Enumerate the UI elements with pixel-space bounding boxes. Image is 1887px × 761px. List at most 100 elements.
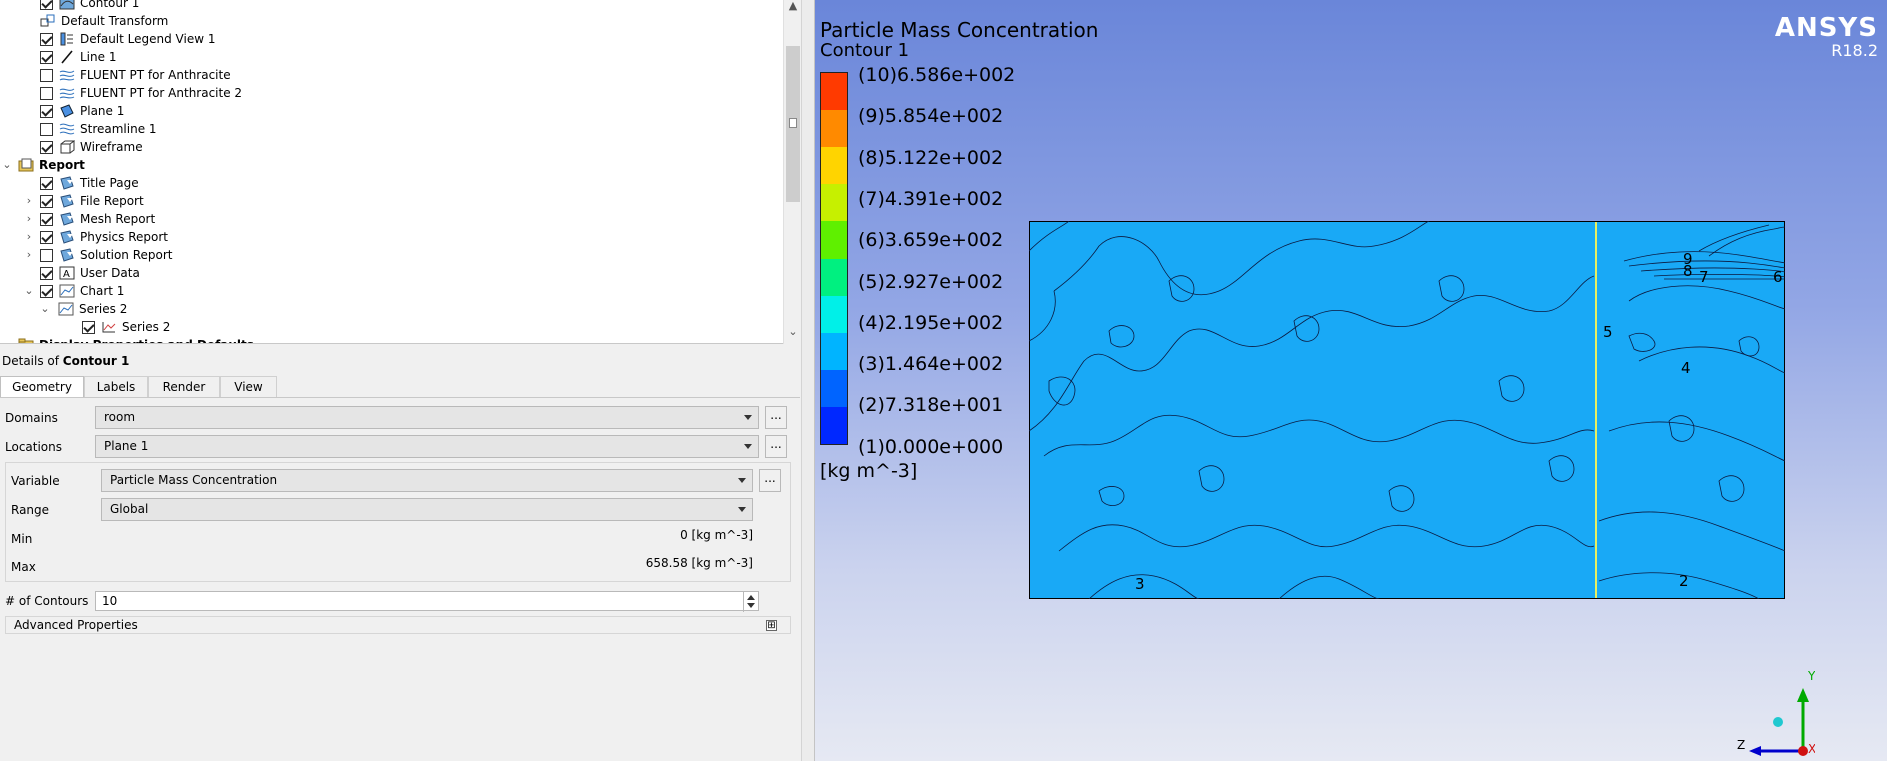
tree-item[interactable]: ⌄ Chart 1 <box>0 282 780 300</box>
domains-label: Domains <box>5 411 58 425</box>
tree-item-label: Default Transform <box>61 14 169 28</box>
domains-browse-button[interactable]: ... <box>765 406 787 429</box>
visibility-checkbox[interactable] <box>40 105 53 118</box>
contours-label: # of Contours <box>5 594 89 608</box>
visibility-checkbox[interactable] <box>40 123 53 136</box>
y-axis-label: Y <box>1807 669 1815 683</box>
legend-color-bar[interactable] <box>820 72 848 445</box>
visibility-checkbox[interactable] <box>40 249 53 262</box>
tree-item[interactable]: ⌄ Report <box>0 156 780 174</box>
visibility-checkbox[interactable] <box>40 177 53 190</box>
tree-item[interactable]: FLUENT PT for Anthracite 2 <box>0 84 780 102</box>
tree-item[interactable]: ⌄ Series 2 <box>0 300 780 318</box>
visibility-checkbox[interactable] <box>82 321 95 334</box>
contour-plot[interactable]: 9 8 7 6 5 4 3 2 <box>1029 221 1785 599</box>
stepper-down-icon[interactable] <box>747 603 755 608</box>
contours-spinbox[interactable]: 10 <box>95 591 759 612</box>
tree-item[interactable]: Line 1 <box>0 48 780 66</box>
visibility-checkbox[interactable] <box>40 213 53 226</box>
details-prefix: Details of <box>2 354 63 368</box>
tree-item[interactable]: › Physics Report <box>0 228 780 246</box>
geometry-panel: Domains room ... Locations Plane 1 ... V… <box>0 397 800 761</box>
visibility-checkbox[interactable] <box>40 87 53 100</box>
advanced-properties-label[interactable]: Advanced Properties <box>14 617 138 633</box>
tree-item[interactable]: Title Page <box>0 174 780 192</box>
collapse-icon[interactable]: ⌄ <box>0 156 14 174</box>
panel-splitter[interactable] <box>801 0 815 761</box>
expand-icon[interactable]: › <box>22 192 36 210</box>
visibility-checkbox[interactable] <box>40 51 53 64</box>
visibility-checkbox[interactable] <box>40 69 53 82</box>
variable-select[interactable]: Particle Mass Concentration <box>101 469 753 492</box>
variable-browse-button[interactable]: ... <box>759 469 781 492</box>
scroll-down-icon[interactable]: ⌄ <box>787 326 799 338</box>
expand-icon[interactable]: › <box>22 246 36 264</box>
visibility-checkbox[interactable] <box>40 195 53 208</box>
svg-text:A: A <box>63 269 70 280</box>
collapse-icon[interactable]: ⌄ <box>22 282 36 300</box>
tree-item-label: User Data <box>80 266 140 280</box>
tree-item[interactable]: Wireframe <box>0 138 780 156</box>
tree-scrollbar[interactable]: ▲ ⌄ <box>783 0 801 344</box>
tree-item[interactable]: Streamline 1 <box>0 120 780 138</box>
visibility-checkbox[interactable] <box>40 0 53 10</box>
axis-triad[interactable]: Y X Z <box>1735 660 1815 760</box>
locations-select[interactable]: Plane 1 <box>95 435 759 458</box>
tree-item[interactable]: ⌄ Display Properties and Defaults <box>0 336 780 343</box>
domains-value: room <box>104 410 136 424</box>
ansys-logo: ANSYS R18.2 <box>1775 14 1878 60</box>
tree-item[interactable]: › Solution Report <box>0 246 780 264</box>
tab-labels[interactable]: Labels <box>84 376 148 398</box>
visibility-checkbox[interactable] <box>40 141 53 154</box>
variable-value: Particle Mass Concentration <box>110 473 278 487</box>
contour-label: 8 <box>1683 262 1693 280</box>
variable-label: Variable <box>11 474 60 488</box>
tree-item[interactable]: Series 2 <box>0 318 780 336</box>
domains-select[interactable]: room <box>95 406 759 429</box>
tree-item[interactable]: › Mesh Report <box>0 210 780 228</box>
tree-item[interactable]: FLUENT PT for Anthracite <box>0 66 780 84</box>
expand-icon[interactable]: ⊞ <box>766 620 777 631</box>
legend-label: (9)5.854e+002 <box>858 105 1004 128</box>
legend-segment <box>821 295 847 334</box>
stepper-up-icon[interactable] <box>747 595 755 600</box>
expand-icon[interactable]: › <box>22 228 36 246</box>
legend-label: (7)4.391e+002 <box>858 187 1004 210</box>
visibility-checkbox[interactable] <box>40 231 53 244</box>
visibility-checkbox[interactable] <box>40 267 53 280</box>
tree-item[interactable]: › File Report <box>0 192 780 210</box>
tree-item[interactable]: Contour 1 <box>0 0 780 12</box>
tree-item[interactable]: Default Transform <box>0 12 780 30</box>
graphics-viewport[interactable]: Particle Mass Concentration Contour 1 (1… <box>815 0 1887 761</box>
tree-item[interactable]: Plane 1 <box>0 102 780 120</box>
tree-item[interactable]: A User Data <box>0 264 780 282</box>
visibility-checkbox[interactable] <box>40 33 53 46</box>
locations-browse-button[interactable]: ... <box>765 435 787 458</box>
scrollbar-grip-icon <box>789 118 797 128</box>
tree-item-label: Plane 1 <box>80 104 125 118</box>
tree-item-label: FLUENT PT for Anthracite <box>80 68 231 82</box>
collapse-icon[interactable]: ⌄ <box>0 336 14 343</box>
report-page-icon <box>59 230 75 244</box>
tree-item-label: Series 2 <box>122 320 171 334</box>
legend-label: (6)3.659e+002 <box>858 229 1004 252</box>
plot-domain[interactable] <box>1029 221 1785 599</box>
contour-label: 3 <box>1135 575 1145 593</box>
visibility-checkbox[interactable] <box>40 285 53 298</box>
tab-view[interactable]: View <box>220 376 277 398</box>
legend-label: (4)2.195e+002 <box>858 311 1004 334</box>
tab-geometry[interactable]: Geometry <box>0 376 84 398</box>
range-value: Global <box>110 502 149 516</box>
chart-icon <box>58 302 74 316</box>
plot-subtitle: Contour 1 <box>820 40 910 61</box>
contour-label: 4 <box>1681 359 1691 377</box>
expand-icon[interactable]: › <box>22 210 36 228</box>
tab-render[interactable]: Render <box>148 376 220 398</box>
collapse-icon[interactable]: ⌄ <box>38 300 52 318</box>
tree-item[interactable]: Default Legend View 1 <box>0 30 780 48</box>
contours-stepper[interactable] <box>743 592 758 612</box>
outline-tree[interactable]: Contour 1 Default Transform Default Legend… <box>0 0 801 344</box>
range-select[interactable]: Global <box>101 498 753 521</box>
scroll-up-icon[interactable]: ▲ <box>787 0 799 12</box>
tree-item-label: File Report <box>80 194 144 208</box>
